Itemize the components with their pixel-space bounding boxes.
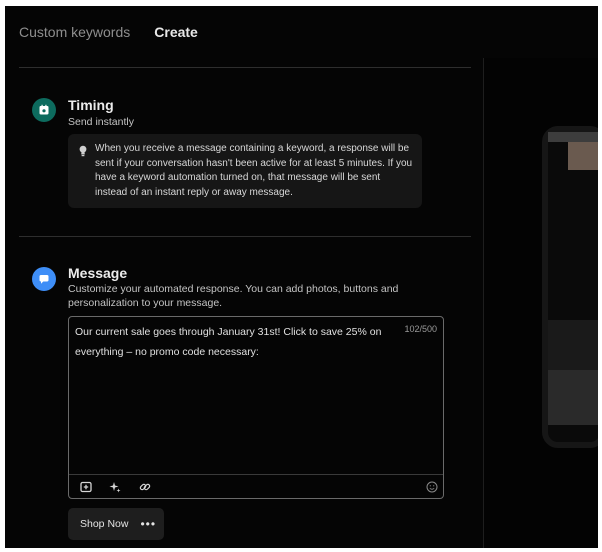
message-subtitle: Customize your automated response. You c… bbox=[68, 283, 399, 309]
lightbulb-icon bbox=[78, 144, 88, 162]
message-editor[interactable]: Our current sale goes through January 31… bbox=[68, 316, 444, 499]
chat-bubble-icon bbox=[32, 267, 56, 291]
preview-block bbox=[548, 132, 598, 142]
add-photo-icon[interactable] bbox=[78, 479, 94, 495]
link-icon[interactable] bbox=[137, 479, 153, 495]
preview-block bbox=[548, 320, 598, 370]
preview-image bbox=[568, 142, 598, 170]
divider bbox=[19, 236, 471, 237]
preview-block bbox=[548, 370, 598, 425]
timing-info-text: When you receive a message containing a … bbox=[95, 143, 413, 198]
shop-now-label: Shop Now bbox=[80, 518, 129, 530]
divider bbox=[19, 67, 471, 68]
more-options-icon[interactable]: ••• bbox=[140, 517, 156, 531]
preview-panel bbox=[483, 58, 598, 548]
message-title: Message bbox=[68, 265, 128, 281]
character-counter: 102/500 bbox=[404, 324, 437, 334]
editor-toolbar bbox=[69, 474, 443, 498]
shop-now-button[interactable]: Shop Now ••• bbox=[68, 508, 164, 540]
message-body-input[interactable]: Our current sale goes through January 31… bbox=[75, 322, 395, 362]
breadcrumb-create: Create bbox=[154, 24, 198, 40]
editor-panel: Timing Send instantly When you receive a… bbox=[5, 58, 483, 548]
timing-info-box: When you receive a message containing a … bbox=[68, 134, 422, 208]
emoji-icon[interactable] bbox=[424, 479, 440, 495]
keyword-editor-window: Custom keywords Create Timing Send insta… bbox=[5, 6, 598, 548]
timing-subtitle: Send instantly bbox=[68, 116, 134, 128]
top-bar: Custom keywords Create bbox=[5, 6, 598, 58]
phone-preview bbox=[542, 126, 598, 448]
calendar-icon bbox=[32, 98, 56, 122]
sparkle-icon[interactable] bbox=[107, 479, 123, 495]
breadcrumb-custom-keywords[interactable]: Custom keywords bbox=[19, 24, 130, 40]
timing-title: Timing bbox=[68, 97, 114, 113]
